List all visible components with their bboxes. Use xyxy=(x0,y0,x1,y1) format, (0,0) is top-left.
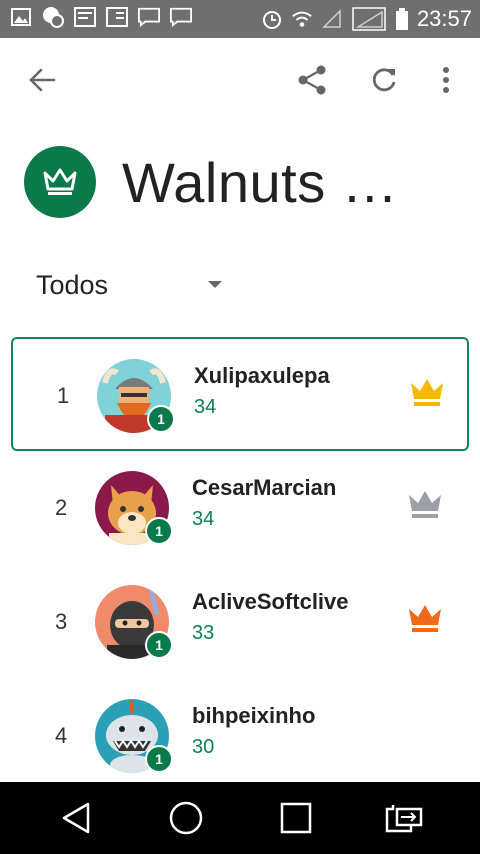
nav-back-button[interactable] xyxy=(56,800,96,836)
page-title: Walnuts C... xyxy=(122,150,422,214)
more-vert-icon xyxy=(443,67,449,93)
leaderboard-row[interactable]: 2 1 CesarMarcian 34 xyxy=(11,451,469,565)
switch-icon xyxy=(385,805,423,833)
player-name: CesarMarcian xyxy=(192,475,337,500)
share-icon xyxy=(298,65,326,95)
chat-icon xyxy=(138,6,160,28)
leaderboard-row[interactable]: 4 1 bihpeixinho 30 xyxy=(11,679,469,793)
chat-icon xyxy=(170,6,192,28)
alarm-icon xyxy=(261,8,283,30)
level-badge: 1 xyxy=(145,631,173,659)
more-options-button[interactable] xyxy=(426,60,466,100)
rank-number: 1 xyxy=(57,383,70,408)
silver-crown-icon xyxy=(409,491,441,518)
nav-home-button[interactable] xyxy=(166,800,206,836)
player-score: 30 xyxy=(192,736,215,758)
notification-icon xyxy=(42,6,64,28)
player-score: 34 xyxy=(194,396,217,418)
status-system: 23:57 xyxy=(261,4,472,34)
signal-icon xyxy=(351,7,387,31)
rank-number: 3 xyxy=(55,609,68,634)
crown-icon xyxy=(43,168,77,195)
time-filter-dropdown[interactable]: Todos xyxy=(36,262,236,308)
refresh-button[interactable] xyxy=(364,60,404,100)
wifi-icon xyxy=(291,8,313,30)
rank-number: 4 xyxy=(55,723,68,748)
leaderboard-header: Walnuts C... xyxy=(24,142,422,222)
back-button[interactable] xyxy=(22,60,62,100)
system-nav-bar xyxy=(0,782,480,854)
status-notifications xyxy=(10,6,192,28)
nav-recents-button[interactable] xyxy=(276,800,316,836)
player-score: 34 xyxy=(192,508,215,530)
notification-icon xyxy=(106,6,128,28)
leaderboard-row[interactable]: 1 1 Xulipaxulepa 34 xyxy=(11,337,469,451)
dropdown-caret-icon xyxy=(208,281,222,288)
filter-selected-value: Todos xyxy=(36,269,109,300)
player-score: 33 xyxy=(192,622,215,644)
app-bar xyxy=(0,38,480,122)
rank-number: 2 xyxy=(55,495,68,520)
home-circle-icon xyxy=(169,801,203,835)
image-icon xyxy=(10,6,32,28)
level-badge: 1 xyxy=(147,405,175,433)
arrow-back-icon xyxy=(29,68,56,92)
level-badge: 1 xyxy=(145,745,173,773)
recents-square-icon xyxy=(280,802,312,834)
notification-icon xyxy=(74,6,96,28)
leaderboard-badge xyxy=(24,146,96,218)
level-badge: 1 xyxy=(145,517,173,545)
player-name: bihpeixinho xyxy=(192,703,316,728)
player-name: Xulipaxulepa xyxy=(194,363,330,388)
signal-icon xyxy=(321,8,343,30)
player-name: AcliveSoftclive xyxy=(192,589,349,614)
battery-icon xyxy=(395,8,409,30)
gold-crown-icon xyxy=(411,379,443,406)
refresh-icon xyxy=(372,68,396,92)
status-bar: 23:57 xyxy=(0,0,480,38)
status-time: 23:57 xyxy=(416,6,472,31)
back-triangle-icon xyxy=(62,802,90,834)
leaderboard-row[interactable]: 3 1 AcliveSoftclive 33 xyxy=(11,565,469,679)
share-button[interactable] xyxy=(292,60,332,100)
nav-switch-button[interactable] xyxy=(384,800,424,836)
bronze-crown-icon xyxy=(409,605,441,632)
